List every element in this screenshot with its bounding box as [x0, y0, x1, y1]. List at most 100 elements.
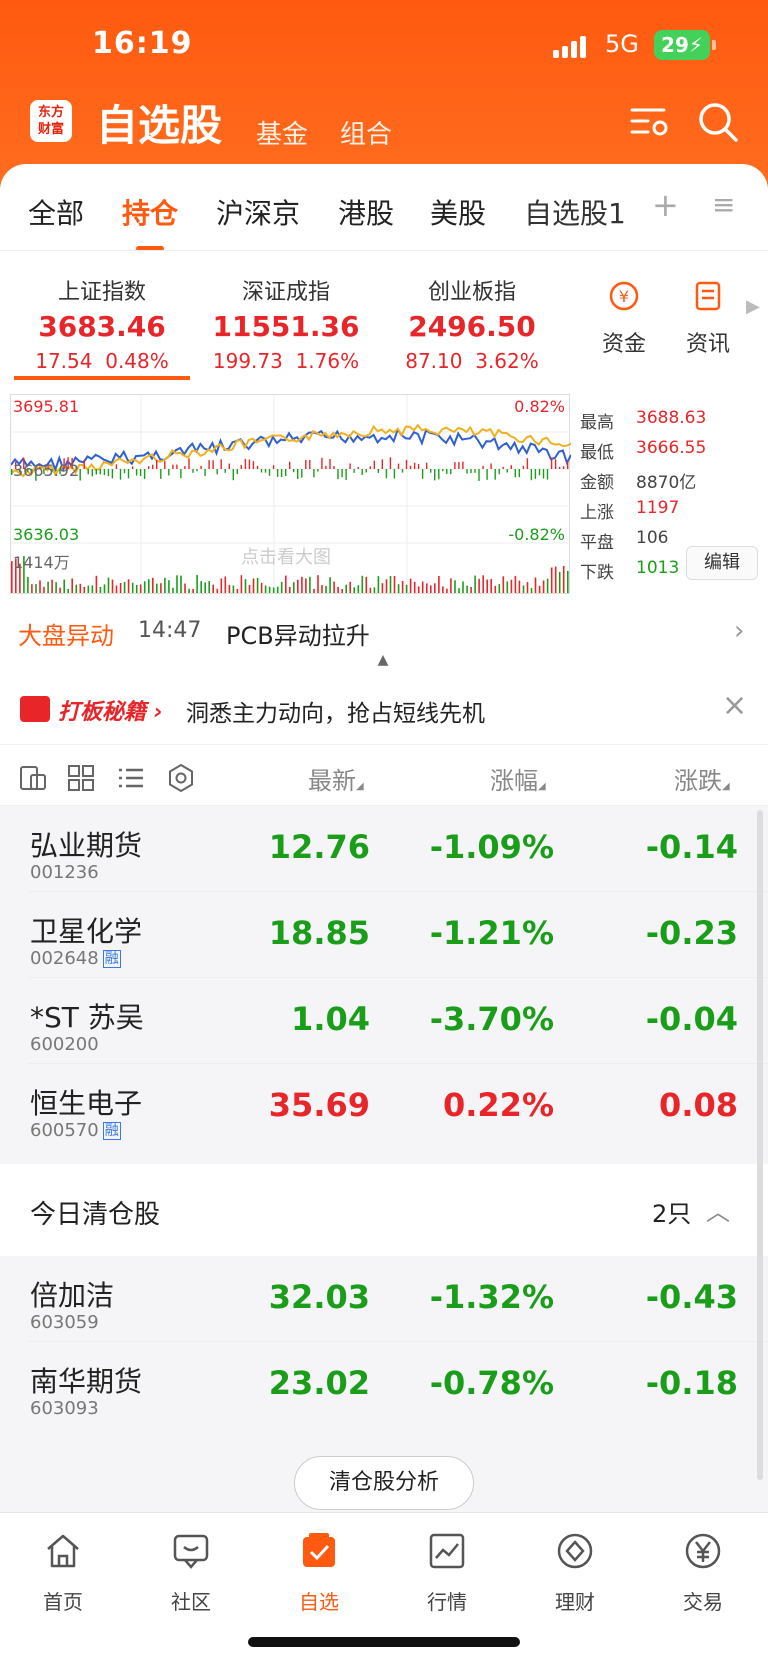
volume-bar — [417, 586, 420, 593]
stock-row[interactable]: 弘业期货 001236 12.76 -1.09% -0.14 — [0, 806, 768, 892]
breadth-bar — [538, 469, 541, 476]
volume-bar — [99, 587, 102, 593]
home-icon — [47, 1534, 79, 1568]
stock-row[interactable]: 倍加洁 603059 32.03 -1.32% -0.43 — [0, 1256, 768, 1342]
tabbar-market[interactable]: 行情 — [402, 1523, 492, 1615]
page-title[interactable]: 自选股 — [96, 92, 222, 153]
stock-price: 18.85 — [268, 914, 370, 952]
volume-bar — [373, 587, 376, 593]
volume-bar — [385, 579, 388, 593]
breadth-bar — [567, 460, 569, 469]
diamond-icon — [557, 1533, 593, 1569]
stock-price: 23.02 — [268, 1364, 370, 1402]
breadth-bar — [224, 469, 226, 473]
tab-all[interactable]: 全部 — [28, 192, 84, 232]
chevron-right-icon[interactable]: ▶ — [746, 296, 760, 317]
index-sh[interactable]: 上证指数 3683.46 17.54 0.48% — [12, 274, 192, 373]
volume-bar — [466, 585, 468, 593]
tabbar-watchlist[interactable]: 自选 — [274, 1523, 364, 1615]
app-logo[interactable]: 东方 财富 — [30, 100, 72, 142]
cleared-analysis-button[interactable]: 清仓股分析 — [294, 1456, 474, 1510]
tabbar-home[interactable]: 首页 — [18, 1523, 108, 1615]
index-name: 深证成指 — [241, 280, 330, 305]
breadth-bar — [95, 469, 97, 475]
menu-icon[interactable]: ≡ — [712, 188, 735, 221]
breadth-bar — [446, 469, 448, 474]
funds-button[interactable]: ¥ 资金 — [594, 280, 654, 358]
breadth-bar — [417, 464, 420, 469]
stock-row[interactable]: 恒生电子 600570 融 35.69 0.22% 0.08 — [0, 1064, 768, 1150]
tab-us[interactable]: 美股 — [430, 192, 486, 232]
stock-price: 12.76 — [268, 828, 370, 866]
scrollbar[interactable] — [757, 810, 763, 1480]
promo-banner[interactable]: 打板秘籍 › 洞悉主力动向，抢占短线先机 × — [0, 674, 768, 744]
index-cyb[interactable]: 创业板指 2496.50 87.10 3.62% — [382, 274, 562, 373]
add-tab-icon[interactable]: + — [652, 186, 679, 224]
average-line — [11, 423, 571, 478]
breadth-bar — [184, 466, 186, 469]
alert-text: PCB异动拉升 — [226, 622, 370, 650]
search-icon[interactable] — [696, 100, 740, 144]
close-icon[interactable]: × — [722, 688, 747, 723]
breadth-bar — [454, 462, 456, 469]
section-gap — [0, 1152, 768, 1164]
volume-bar — [143, 581, 146, 593]
stock-price: 1.04 — [291, 1000, 370, 1038]
svg-text:¥: ¥ — [619, 287, 629, 306]
news-button[interactable]: 资讯 — [678, 280, 738, 358]
view-toggle-icon[interactable] — [18, 763, 48, 793]
volume-bar — [31, 584, 33, 593]
breadth-bar — [478, 469, 480, 481]
breadth-bar — [365, 469, 367, 473]
grid-view-icon[interactable] — [66, 763, 96, 793]
column-change[interactable]: 涨跌◢ — [674, 761, 730, 796]
column-change-pct[interactable]: 涨幅◢ — [490, 761, 546, 796]
breadth-bar — [87, 469, 89, 475]
breadth-bar — [276, 469, 279, 477]
breadth-bar — [236, 469, 238, 475]
stat-value: 1197 — [636, 498, 680, 518]
breadth-bar — [313, 469, 315, 478]
breadth-bar — [393, 469, 396, 479]
tab-hs[interactable]: 沪深京 — [216, 192, 300, 232]
cleared-section-header[interactable]: 今日清仓股 2只 ︿ — [0, 1164, 768, 1256]
tab-hk[interactable]: 港股 — [338, 192, 394, 232]
volume-bar — [377, 576, 380, 593]
tabbar-community[interactable]: 社区 — [146, 1523, 236, 1615]
edit-button[interactable]: 编辑 — [686, 546, 758, 580]
volume-bar — [228, 584, 231, 593]
collapse-chart-button[interactable]: ▲ — [348, 652, 418, 674]
breadth-bar — [164, 461, 166, 469]
tab-portfolio[interactable]: 组合 — [340, 114, 392, 151]
list-settings-icon[interactable] — [628, 100, 672, 144]
stock-row[interactable]: 卫星化学 002648 融 18.85 -1.21% -0.23 — [0, 892, 768, 978]
column-latest[interactable]: 最新◢ — [308, 761, 364, 796]
breadth-bar — [546, 469, 549, 480]
tab-holdings[interactable]: 持仓 — [122, 192, 178, 232]
breadth-bar — [196, 469, 198, 472]
chart-volume-label: 1414万 — [13, 553, 70, 572]
stock-row[interactable]: *ST 苏吴 600200 1.04 -3.70% -0.04 — [0, 978, 768, 1064]
tabbar-trade[interactable]: 交易 — [658, 1523, 748, 1615]
list-view-icon[interactable] — [116, 763, 146, 793]
tabbar-wealth[interactable]: 理财 — [530, 1523, 620, 1615]
index-sz[interactable]: 深证成指 11551.36 199.73 1.76% — [196, 274, 376, 373]
volume-bar — [244, 579, 247, 593]
market-alert[interactable]: 大盘异动 14:47 PCB异动拉升 › — [0, 614, 768, 654]
breadth-bar — [341, 469, 343, 478]
stock-row[interactable]: 南华期货 603093 23.02 -0.78% -0.18 — [0, 1342, 768, 1428]
tab-fund[interactable]: 基金 — [256, 114, 308, 151]
breadth-bar — [160, 469, 162, 479]
stock-price: 32.03 — [268, 1278, 370, 1316]
volume-bar — [293, 582, 295, 593]
network-label: 5G — [605, 30, 639, 58]
settings-icon[interactable] — [166, 763, 196, 793]
breadth-bar — [450, 469, 452, 475]
breadth-bar — [83, 459, 85, 469]
chart-watermark: 点击看大图 — [241, 547, 331, 568]
volume-bar — [216, 588, 219, 593]
battery-level: 29 — [661, 33, 689, 57]
tab-custom1[interactable]: 自选股1 — [524, 192, 626, 232]
intraday-chart[interactable]: 3695.81 3665.92 3636.03 0.82% -0.82% 141… — [10, 394, 571, 595]
volume-bar — [35, 584, 37, 593]
